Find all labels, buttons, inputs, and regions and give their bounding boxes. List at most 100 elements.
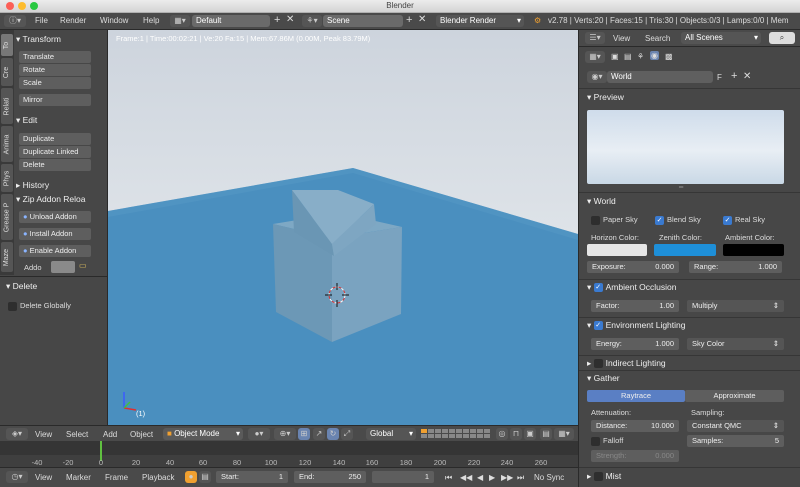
world-panel-header[interactable]: ▾ World [587,196,616,207]
display-mode-select[interactable]: All Scenes ▾ [681,32,761,44]
menu-add[interactable]: Add [103,430,117,439]
checkbox-icon[interactable] [593,472,603,482]
snap-element-icon[interactable]: ▣ [524,428,536,440]
layer-17[interactable] [463,434,469,438]
jump-keyframe-forward-icon[interactable]: ▶▶ [501,473,513,482]
gather-panel-header[interactable]: ▾ Gather [587,373,620,384]
menu-select[interactable]: Select [66,430,88,439]
approximate-toggle[interactable]: Approximate [685,390,784,402]
delete-operator-header[interactable]: ▾ Delete [6,281,37,292]
remove-layout-icon[interactable]: ✕ [286,14,294,25]
scene-icon[interactable]: ⚘▾ [302,15,322,27]
pivot-point-icon[interactable]: ⊕▾ [274,428,296,440]
mist-panel-header[interactable]: ▸ Mist [587,471,621,482]
3d-viewport[interactable]: Frame:1 | Time:00:02:21 | Ve:20 Fa:15 | … [108,30,578,425]
layer-11[interactable] [421,434,427,438]
keying-set-icon[interactable]: ▤ [199,471,211,483]
layer-15[interactable] [449,434,455,438]
checkmark-icon[interactable]: ✓ [593,283,603,293]
menu-window[interactable]: Window [100,16,128,25]
layer-buttons[interactable] [421,429,491,439]
layer-4[interactable] [442,429,448,433]
translate-button[interactable]: Translate [19,51,91,63]
resize-handle-icon[interactable]: ═ [679,185,683,191]
current-frame-field[interactable]: 1 [372,471,434,483]
checkmark-icon[interactable]: ✓ [593,321,603,331]
strength-field[interactable]: Strength: 0.000 [591,450,679,462]
transform-panel-header[interactable]: ▾ Transform [16,34,61,45]
sync-select[interactable]: No Sync [534,473,564,482]
unlink-world-icon[interactable]: ✕ [743,71,751,82]
menu-file[interactable]: File [35,16,48,25]
layer-10[interactable] [484,429,490,433]
scale-button[interactable]: Scale [19,77,91,89]
world-browse-icon[interactable]: ◉▾ [587,71,607,83]
viewport-shading-icon[interactable]: ●▾ [248,428,270,440]
preview-panel-header[interactable]: ▾ Preview [587,92,624,103]
layer-13[interactable] [435,434,441,438]
timeline-menu-playback[interactable]: Playback [142,473,174,482]
ao-blend-select[interactable]: Multiply ⇕ [687,300,784,312]
editor-type-properties-icon[interactable]: ▦▾ [585,51,605,63]
delete-button[interactable]: Delete [19,159,91,171]
timeline-area[interactable]: -40 -20 0 20 40 60 80 100 120 140 160 18… [0,441,578,467]
translate-manipulator-icon[interactable]: ↗ [313,428,325,440]
zenith-color-swatch[interactable] [654,244,716,256]
paper-sky-checkbox[interactable]: Paper Sky [591,215,638,225]
editor-type-info-icon[interactable]: ⓘ▾ [4,15,26,27]
opengl-anim-icon[interactable]: ▦▾ [554,428,574,440]
tab-physics[interactable]: Phys [1,164,13,192]
editor-type-3d-icon[interactable]: ◈▾ [6,428,28,440]
sampling-method-select[interactable]: Constant QMC ⇕ [687,420,784,432]
layer-1[interactable] [421,429,427,433]
timeline-menu-view[interactable]: View [35,473,52,482]
samples-field[interactable]: Samples: 5 [687,435,784,447]
search-icon[interactable]: ⌕ [769,32,795,44]
play-reverse-icon[interactable]: ◀ [477,473,483,482]
ao-factor-field[interactable]: Factor: 1.00 [591,300,679,312]
distance-field[interactable]: Distance: 10.000 [591,420,679,432]
layer-12[interactable] [428,434,434,438]
scene-field[interactable]: Scene [323,15,403,27]
rotate-manipulator-icon[interactable]: ↻ [327,428,339,440]
enable-addon-button[interactable]: ● Enable Addon [19,245,91,257]
world-name-field[interactable]: World [607,71,713,83]
outliner-menu-view[interactable]: View [613,34,630,43]
remove-scene-icon[interactable]: ✕ [418,14,426,25]
environment-lighting-panel-header[interactable]: ▾ ✓ Environment Lighting [587,320,686,331]
jump-end-icon[interactable]: ⏭ [517,473,524,483]
delete-globally-option[interactable]: Delete Globally [8,301,71,311]
play-icon[interactable]: ▶ [489,473,495,482]
tab-grease-pencil[interactable]: Grease P [1,194,13,240]
world-tab-icon[interactable]: ◉ [650,51,659,60]
editor-type-outliner-icon[interactable]: ☰▾ [585,32,605,44]
jump-start-icon[interactable]: ⏮ [445,473,452,483]
menu-view[interactable]: View [35,430,52,439]
addon-name-field[interactable] [51,261,75,273]
layer-8[interactable] [470,429,476,433]
history-panel-header[interactable]: ▸ History [16,180,49,191]
horizon-color-swatch[interactable] [587,244,647,256]
transform-orientation-select[interactable]: Global ▾ [366,428,416,440]
add-scene-icon[interactable]: + [406,14,412,26]
layer-14[interactable] [442,434,448,438]
falloff-checkbox[interactable]: Falloff [591,436,623,446]
fake-user-toggle[interactable]: F [717,73,722,82]
env-energy-field[interactable]: Energy: 1.000 [591,338,679,350]
tab-create[interactable]: Cre [1,58,13,86]
layer-20[interactable] [484,434,490,438]
menu-object[interactable]: Object [130,430,153,439]
start-frame-field[interactable]: Start: 1 [216,471,288,483]
folder-icon[interactable]: ▭ [79,261,87,270]
menu-help[interactable]: Help [143,16,159,25]
timeline-menu-frame[interactable]: Frame [105,473,128,482]
outliner-menu-search[interactable]: Search [645,34,670,43]
end-frame-field[interactable]: End: 250 [294,471,366,483]
edit-panel-header[interactable]: ▾ Edit [16,115,37,126]
add-layout-icon[interactable]: + [274,14,280,26]
blend-sky-checkbox[interactable]: ✓ Blend Sky [655,215,701,225]
raytrace-toggle[interactable]: Raytrace [587,390,685,402]
layer-7[interactable] [463,429,469,433]
render-layers-tab-icon[interactable]: ▤ [624,52,632,61]
layer-18[interactable] [470,434,476,438]
